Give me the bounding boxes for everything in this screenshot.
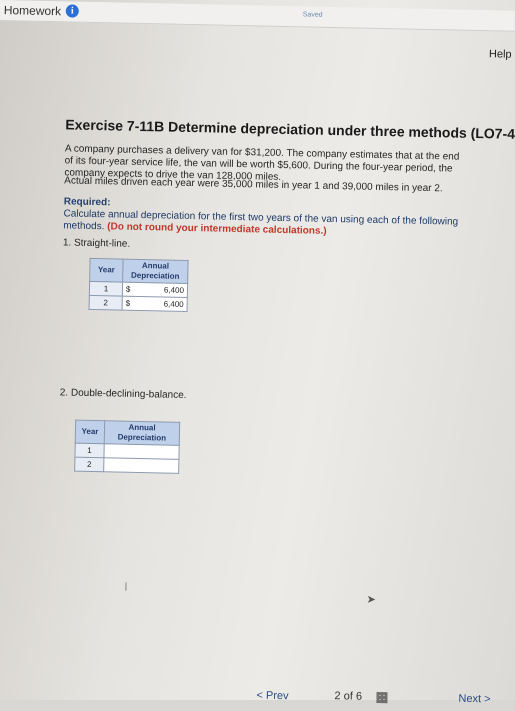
text-cursor-icon: | (124, 580, 128, 591)
double-declining-table: Year Annual Depreciation 1 2 (74, 420, 180, 474)
depreciation-input[interactable]: $6,400 (122, 296, 188, 312)
mouse-cursor-icon: ➤ (366, 593, 376, 606)
exercise-title: Exercise 7-11B Determine depreciation un… (65, 116, 515, 142)
currency-symbol: $ (125, 284, 131, 294)
help-link[interactable]: Help (489, 48, 512, 60)
annual-depreciation-column-header: Annual Depreciation (104, 420, 180, 446)
page-of: of (343, 690, 353, 703)
info-icon[interactable]: i (65, 4, 79, 18)
double-declining-heading: 2. Double-declining-balance. (59, 387, 187, 401)
year-cell: 1 (74, 443, 105, 458)
page-current: 2 (334, 690, 341, 703)
required-label: Required: (63, 196, 111, 209)
page: Homework i Saved Help Exercise 7-11B Det… (0, 0, 515, 711)
year-cell: 1 (89, 281, 123, 297)
question-grid-icon[interactable] (376, 692, 388, 704)
depreciation-value: 6,400 (163, 299, 184, 309)
annual-depreciation-column-header: Annual Depreciation (122, 259, 189, 284)
depreciation-input[interactable] (103, 457, 179, 474)
required-text: Calculate annual depreciation for the fi… (63, 208, 468, 240)
year-column-header: Year (89, 258, 124, 283)
year-cell: 2 (74, 457, 104, 472)
depreciation-value: 6,400 (163, 285, 185, 295)
straight-line-heading: 1. Straight-line. (62, 237, 131, 250)
depreciation-input[interactable] (103, 443, 180, 460)
page-total: 6 (355, 690, 363, 703)
table-row: 2 (74, 457, 179, 474)
prev-button[interactable]: < Prev (256, 690, 288, 703)
table-row: 2 $6,400 (89, 295, 188, 312)
homework-nav-label[interactable]: Homework (4, 3, 62, 18)
straight-line-table: Year Annual Depreciation 1 $6,400 2 $6,4… (89, 258, 189, 312)
year-column-header: Year (75, 420, 105, 444)
depreciation-input[interactable]: $6,400 (122, 282, 188, 298)
year-cell: 2 (89, 295, 123, 311)
page-indicator: 2 of 6 (334, 690, 362, 703)
next-button[interactable]: Next > (458, 693, 490, 706)
saved-status: Saved (302, 11, 323, 19)
currency-symbol: $ (125, 298, 131, 308)
